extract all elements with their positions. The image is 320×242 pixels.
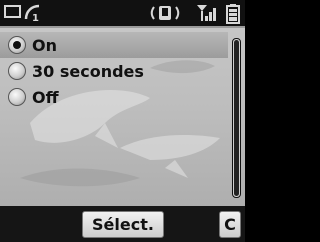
signal-icon (197, 5, 216, 21)
radio-unchecked-icon (8, 62, 26, 80)
option-list: On 30 secondes Off (0, 32, 228, 110)
option-label: On (32, 35, 57, 55)
radio-unchecked-icon (8, 88, 26, 106)
option-30-seconds[interactable]: 30 secondes (0, 58, 228, 84)
softkey-bar: Sélect. C (0, 206, 245, 242)
option-off[interactable]: Off (0, 84, 228, 110)
scrollbar-thumb[interactable] (234, 40, 239, 196)
radio-checked-icon (8, 36, 26, 54)
option-label: 30 secondes (32, 61, 144, 81)
status-bar: 1 (0, 0, 245, 28)
clear-softkey[interactable]: C (219, 211, 241, 238)
message-icon (4, 5, 21, 18)
scrollbar[interactable] (232, 38, 241, 198)
line-1-icon: 1 (24, 4, 40, 23)
phone-screen: 1 On 30 secondes Off Sélect. C (0, 0, 245, 242)
line-number: 1 (32, 13, 39, 23)
battery-icon (226, 4, 240, 24)
option-label: Off (32, 87, 59, 107)
vibrate-icon (150, 6, 180, 20)
option-on[interactable]: On (0, 32, 228, 58)
select-softkey[interactable]: Sélect. (82, 211, 164, 238)
